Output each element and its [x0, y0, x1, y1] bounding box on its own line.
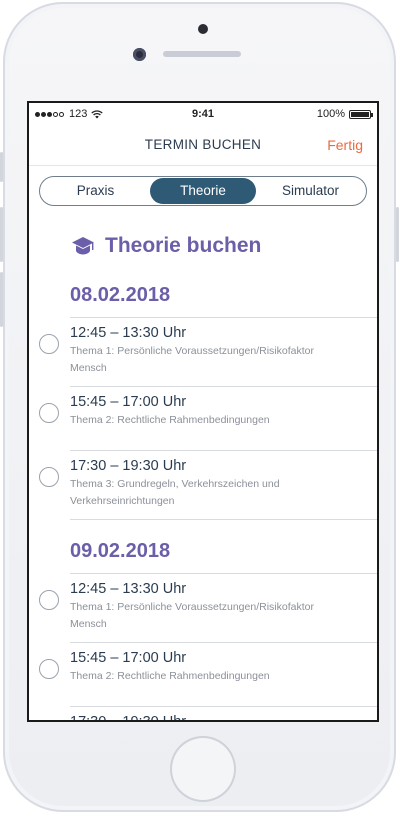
radio-button[interactable]	[39, 467, 59, 487]
front-sensor	[198, 24, 208, 34]
radio-button[interactable]	[39, 590, 59, 610]
slot-topic: Thema 1: Persönliche Voraussetzungen/Ris…	[70, 345, 314, 374]
radio-button[interactable]	[39, 334, 59, 354]
slot-list: 12:45 – 13:30 Uhr Thema 1: Persönliche V…	[29, 573, 377, 722]
radio-button[interactable]	[39, 403, 59, 423]
slot-row[interactable]: 12:45 – 13:30 Uhr Thema 1: Persönliche V…	[39, 317, 377, 386]
slot-time: 17:30 – 19:30 Uhr	[70, 714, 187, 722]
slot-time: 17:30 – 19:30 Uhr	[70, 458, 187, 474]
power-button	[396, 207, 399, 262]
slot-topic: Thema 3: Grundregeln, Verkehrszeichen un…	[70, 478, 280, 507]
slot-topic: Thema 2: Rechtliche Rahmenbedingungen	[70, 414, 270, 426]
date-heading: 09.02.2018	[70, 540, 171, 562]
app-screen: 123 9:41 100% TERMIN BUCHEN Fertig Praxi…	[27, 101, 379, 722]
slot-time: 15:45 – 17:00 Uhr	[70, 394, 187, 410]
radio-button[interactable]	[39, 659, 59, 679]
slot-row[interactable]: 15:45 – 17:00 Uhr Thema 2: Rechtliche Ra…	[39, 386, 377, 450]
slot-row[interactable]: 15:45 – 17:00 Uhr Thema 2: Rechtliche Ra…	[39, 642, 377, 706]
slot-topic: Thema 2: Rechtliche Rahmenbedingungen	[70, 670, 270, 682]
home-button[interactable]	[172, 738, 234, 800]
battery-icon	[349, 109, 373, 119]
battery-percent: 100%	[316, 108, 345, 120]
segment-praxis[interactable]: Praxis	[41, 178, 150, 204]
mute-switch	[0, 152, 3, 182]
slot-time: 15:45 – 17:00 Uhr	[70, 650, 187, 666]
slot-time: 12:45 – 13:30 Uhr	[70, 325, 187, 341]
front-camera	[133, 48, 146, 61]
slot-topic: Thema 1: Persönliche Voraussetzungen/Ris…	[70, 601, 314, 630]
status-bar: 123 9:41 100%	[29, 103, 377, 125]
volume-up-button	[0, 207, 3, 262]
volume-down-button	[0, 272, 3, 327]
navigation-bar: TERMIN BUCHEN Fertig	[29, 125, 377, 166]
date-heading: 08.02.2018	[70, 284, 171, 306]
graduation-cap-icon	[72, 237, 94, 255]
slot-row[interactable]: 12:45 – 13:30 Uhr Thema 1: Persönliche V…	[39, 573, 377, 642]
earpiece-speaker	[163, 51, 241, 57]
segment-simulator[interactable]: Simulator	[256, 178, 365, 204]
heading-text: Theorie buchen	[105, 234, 262, 257]
slot-list: 12:45 – 13:30 Uhr Thema 1: Persönliche V…	[29, 317, 377, 520]
slot-row[interactable]: 17:30 – 19:30 Uhr	[70, 706, 377, 722]
segmented-control: Praxis Theorie Simulator	[39, 176, 367, 206]
page-title: TERMIN BUCHEN	[144, 137, 262, 152]
done-button[interactable]: Fertig	[327, 137, 363, 153]
slot-row[interactable]: 17:30 – 19:30 Uhr Thema 3: Grundregeln, …	[39, 450, 377, 520]
segment-theorie[interactable]: Theorie	[150, 178, 256, 204]
section-heading: Theorie buchen	[71, 234, 377, 258]
slot-time: 12:45 – 13:30 Uhr	[70, 581, 187, 597]
